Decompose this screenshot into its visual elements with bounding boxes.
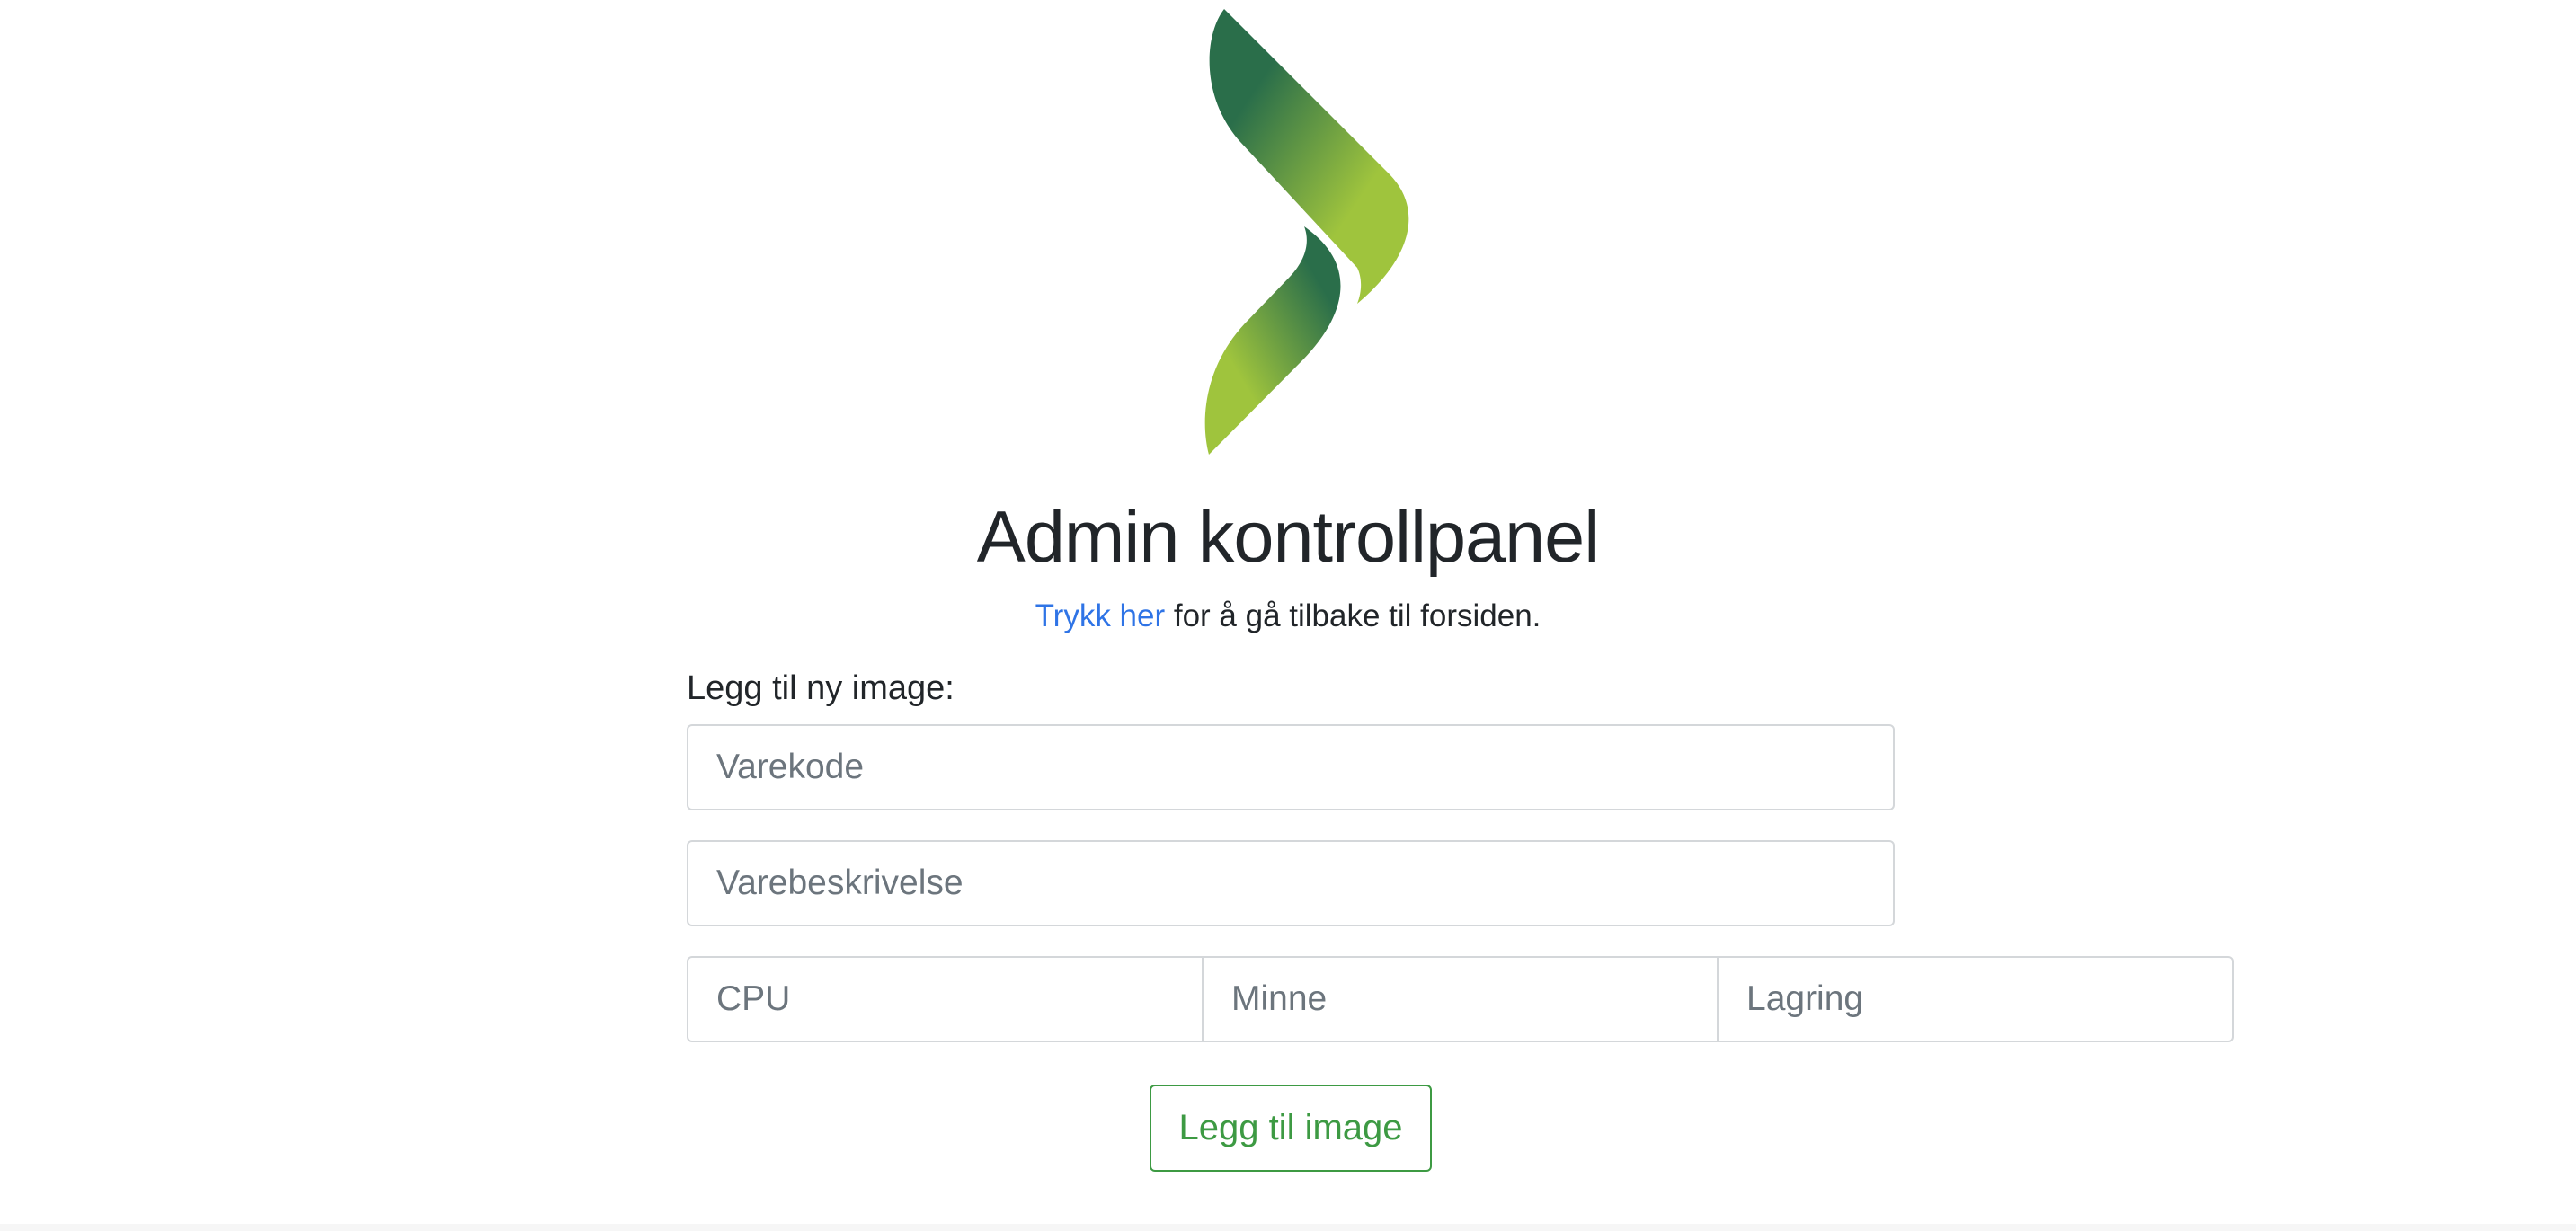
- page-title: Admin kontrollpanel: [976, 497, 1600, 578]
- back-to-home-link[interactable]: Trykk her: [1035, 598, 1166, 633]
- lagring-input[interactable]: [1717, 956, 2234, 1042]
- admin-page: Admin kontrollpanel Trykk her for å gå t…: [0, 0, 2576, 1231]
- add-image-button[interactable]: Legg til image: [1150, 1085, 1432, 1172]
- footer-divider: [0, 1224, 2576, 1231]
- back-link-suffix: for å gå tilbake til forsiden.: [1165, 598, 1541, 633]
- varekode-input[interactable]: [687, 724, 1895, 810]
- logo-lower-leaf: [1204, 226, 1341, 455]
- add-image-label: Legg til ny image:: [687, 669, 955, 707]
- varebeskrivelse-input[interactable]: [687, 840, 1895, 926]
- cpu-input[interactable]: [687, 956, 1204, 1042]
- back-link-line: Trykk her for å gå tilbake til forsiden.: [0, 597, 2576, 636]
- logo-icon: [1204, 9, 1409, 455]
- specs-input-group: [687, 956, 2234, 1042]
- minne-input[interactable]: [1202, 956, 1719, 1042]
